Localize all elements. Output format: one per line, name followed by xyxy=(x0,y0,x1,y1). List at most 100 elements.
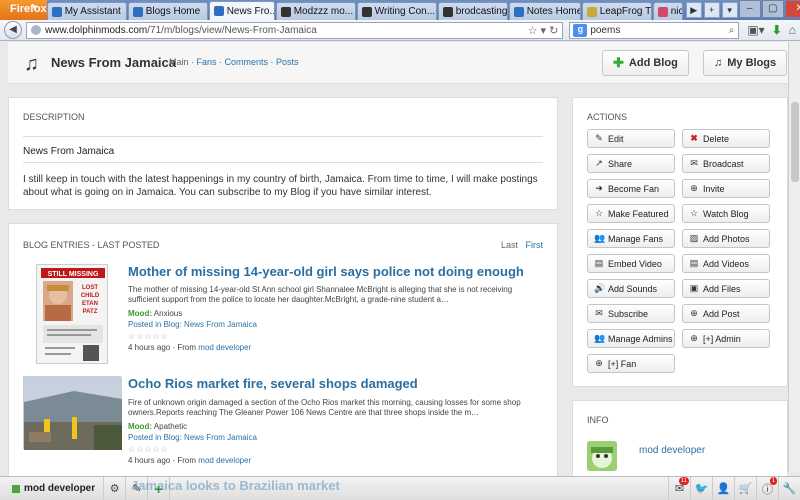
fan-button[interactable]: ⊕ [+] Fan xyxy=(587,354,675,373)
save-icon: ▣ xyxy=(689,283,699,293)
market-fire-thumbnail[interactable] xyxy=(23,376,124,450)
manage-fans-button[interactable]: 👥 Manage Fans xyxy=(587,229,675,248)
gear-icon[interactable]: ⚙ xyxy=(104,477,127,500)
friends-icon[interactable]: 👤 xyxy=(712,477,734,500)
search-icon[interactable]: ⌕ xyxy=(729,25,735,36)
cart-icon[interactable]: 🛒 xyxy=(734,477,756,500)
browser-tab[interactable]: LeapFrog T... xyxy=(581,2,652,20)
entry-title-1[interactable]: Mother of missing 14-year-old girl says … xyxy=(128,264,524,279)
embed-video-button[interactable]: ▤ Embed Video xyxy=(587,254,675,273)
browser-tab[interactable]: Notes Home xyxy=(508,2,581,20)
tab-favicon-icon xyxy=(213,6,224,16)
tab-list-icon[interactable]: ▾ xyxy=(721,2,738,18)
add-sounds-button[interactable]: 🔊 Add Sounds xyxy=(587,279,675,298)
site-identity-icon[interactable] xyxy=(31,25,41,35)
maximize-icon[interactable]: ▢ xyxy=(761,0,784,18)
blog-subnav: Main · Fans · Comments · Posts xyxy=(169,57,299,67)
action-label: Subscribe xyxy=(608,308,649,319)
film-icon: ▤ xyxy=(689,258,699,268)
watch-blog-button[interactable]: ☆ Watch Blog xyxy=(682,204,770,223)
search-input[interactable]: g poems ⌕ xyxy=(569,21,740,39)
posted-in-blog-link[interactable]: News From Jamaica xyxy=(184,433,257,442)
wrench-icon[interactable]: 🔧 xyxy=(778,477,800,500)
browser-tab[interactable]: Writing Con... xyxy=(356,2,437,20)
entry-summary-1: The mother of missing 14-year-old St Ann… xyxy=(128,285,513,304)
rating-stars[interactable]: ☆☆☆☆☆ xyxy=(128,332,169,341)
home-icon[interactable]: ⌂ xyxy=(789,23,796,37)
subnav-fans[interactable]: Fans xyxy=(197,57,217,67)
page-scrollbar[interactable] xyxy=(788,42,800,472)
minimize-icon[interactable]: – xyxy=(738,0,761,18)
delete-button[interactable]: ✖ Delete xyxy=(682,129,770,148)
delete-icon: ✖ xyxy=(690,133,698,143)
mail-icon[interactable]: ✉ 11 xyxy=(668,477,690,500)
author-link[interactable]: mod developer xyxy=(198,343,251,352)
bottom-user-menu[interactable]: mod developer xyxy=(0,477,105,500)
share-button[interactable]: ↗ Share xyxy=(587,154,675,173)
browser-tab[interactable]: News Fro...✕ xyxy=(208,1,275,20)
rating-stars[interactable]: ☆☆☆☆☆ xyxy=(128,445,169,454)
posted-in-label: Posted in Blog: xyxy=(128,320,182,329)
search-engine-icon[interactable]: g xyxy=(573,23,588,37)
add-blog-button[interactable]: ✚ Add Blog xyxy=(602,50,689,76)
download-icon[interactable]: ⬇ xyxy=(772,23,782,37)
description-text: I still keep in touch with the latest ha… xyxy=(23,174,538,198)
browser-tab[interactable]: brodcasting... xyxy=(437,2,508,20)
tab-favicon-icon xyxy=(361,6,372,17)
bottom-toolbar: mod developer ⚙ ✎ + ✉ 11 🐦 👤 🛒 ⓘ 1 🔧 xyxy=(0,476,800,500)
pager-first[interactable]: First xyxy=(526,240,544,250)
browser-tab[interactable]: Modzzz mo... xyxy=(275,2,356,20)
browser-tab[interactable]: nick xyxy=(652,2,683,20)
add-post-button[interactable]: ⊕ Add Post xyxy=(682,304,770,323)
posted-in-label: Posted in Blog: xyxy=(128,433,182,442)
tab-favicon-icon xyxy=(280,6,291,17)
close-window-icon[interactable]: ✕ xyxy=(784,0,800,18)
url-bar[interactable]: www.dolphinmods.com/71/m/blogs/view/News… xyxy=(26,21,564,39)
add-photos-button[interactable]: ▨ Add Photos xyxy=(682,229,770,248)
subnav-comments[interactable]: Comments xyxy=(225,57,269,67)
music-note-icon: ♫ xyxy=(24,53,39,75)
avatar[interactable] xyxy=(587,441,617,471)
firefox-menu-button[interactable]: Firefox ▼ xyxy=(0,0,47,20)
back-arrow-icon[interactable]: ◀ xyxy=(4,21,22,39)
broadcast-button[interactable]: ✉ Broadcast xyxy=(682,154,770,173)
subnav-posts[interactable]: Posts xyxy=(276,57,299,67)
action-label: Delete xyxy=(703,133,730,144)
edit-button[interactable]: ✎ Edit xyxy=(587,129,675,148)
tab-label: News Fro... xyxy=(226,5,275,17)
scrollbar-thumb[interactable] xyxy=(791,102,799,182)
plus-icon: ✚ xyxy=(613,55,624,70)
tab-label: LeapFrog T... xyxy=(599,6,651,17)
posted-in-blog-link[interactable]: News From Jamaica xyxy=(184,320,257,329)
missing-poster-thumbnail[interactable]: STILL MISSING LOST CHILD ETAN PATZ xyxy=(36,264,108,364)
new-tab-icon[interactable]: + xyxy=(703,2,720,18)
tab-scroll-right-icon[interactable]: ▶ xyxy=(685,2,702,18)
browser-tab[interactable]: My Assistant xyxy=(46,2,127,20)
manage-admins-button[interactable]: 👥 Manage Admins xyxy=(587,329,675,348)
entry-title-3[interactable]: Jamaica looks to Brazilian market xyxy=(131,478,340,493)
admin-button[interactable]: ⊕ [+] Admin xyxy=(682,329,770,348)
action-label: Invite xyxy=(703,183,725,194)
entry-title-2[interactable]: Ocho Rios market fire, several shops dam… xyxy=(128,376,418,391)
subscribe-button[interactable]: ✉ Subscribe xyxy=(587,304,675,323)
info-author-link[interactable]: mod developer xyxy=(639,445,705,456)
description-heading: DESCRIPTION xyxy=(23,112,85,122)
pager-last[interactable]: Last xyxy=(501,240,518,250)
author-link[interactable]: mod developer xyxy=(198,456,251,465)
browser-tab[interactable]: Blogs Home xyxy=(127,2,208,20)
bookmarks-menu-icon[interactable]: ▣▾ xyxy=(747,23,764,37)
plus-circle-icon: ⊕ xyxy=(690,308,698,318)
subnav-main[interactable]: Main xyxy=(169,57,189,67)
twitter-icon[interactable]: 🐦 xyxy=(690,477,712,500)
invite-button[interactable]: ⊕ Invite xyxy=(682,179,770,198)
add-files-button[interactable]: ▣ Add Files xyxy=(682,279,770,298)
info-icon[interactable]: ⓘ 1 xyxy=(756,477,778,500)
bookmark-star-icon[interactable]: ☆ ▾ ↻ xyxy=(528,24,559,37)
star-icon: ☆ xyxy=(689,208,699,218)
become-fan-button[interactable]: ➜ Become Fan xyxy=(587,179,675,198)
my-blogs-button[interactable]: ♫ My Blogs xyxy=(703,50,788,76)
action-label: Manage Fans xyxy=(608,233,664,244)
make-featured-button[interactable]: ☆ Make Featured xyxy=(587,204,675,223)
add-videos-button[interactable]: ▤ Add Videos xyxy=(682,254,770,273)
mail-badge: 11 xyxy=(678,477,689,485)
